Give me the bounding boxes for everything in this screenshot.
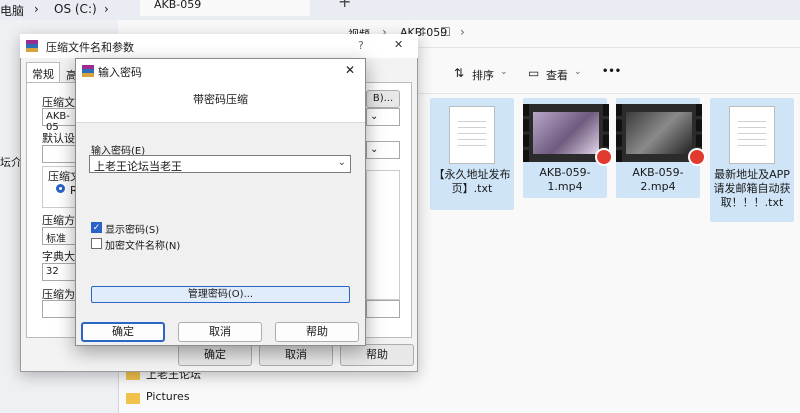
dialog-title: 压缩文件名和参数 [46,41,134,54]
nav-item-label: Pictures [146,390,190,403]
password-help-button[interactable]: 帮助 [275,322,359,342]
status-badge-icon [688,148,706,166]
format-radio[interactable] [56,184,65,193]
video-thumbnail-icon [616,104,706,166]
chevron-down-icon[interactable]: ⌄ [338,157,346,168]
close-icon[interactable]: ✕ [345,63,355,77]
file-name: AKB-059-1.mp4 [539,166,591,193]
chevron-down-icon: ⌄ [574,67,582,77]
breadcrumb-separator-icon: › [104,2,109,16]
help-icon[interactable]: ? [358,39,364,52]
breadcrumb-separator-icon: › [34,2,39,16]
new-tab-button[interactable]: + [338,0,351,11]
breadcrumb-drive[interactable]: OS (C:) [54,2,97,16]
tab-general[interactable]: 常规 [26,62,60,82]
more-options-button[interactable]: ••• [602,66,621,77]
method-label: 压缩方 [42,214,75,227]
chevron-down-icon: ⌄ [370,144,379,155]
file-item[interactable]: 【永久地址发布页】.txt [430,98,514,210]
file-name: AKB-059-2.mp4 [632,166,684,193]
password-dialog-titlebar: 输入密码 ✕ [76,59,365,83]
dialog-title: 输入密码 [98,66,142,79]
params-help-button[interactable]: 帮助 [340,344,414,366]
show-password-label: 显示密码(S) [105,225,160,236]
chevron-down-icon: ⌄ [370,111,379,122]
text-file-icon [449,106,495,164]
breadcrumb-separator-icon: › [460,25,465,39]
browse-button[interactable]: B)... [366,90,400,108]
show-password-checkbox[interactable]: ✓ [91,222,102,233]
text-file-icon [729,106,775,164]
file-item[interactable]: 最新地址及APP请发邮箱自动获取！！！.txt [710,98,794,222]
winrar-icon [26,40,38,52]
archive-name-dropdown[interactable]: ⌄ [366,108,400,126]
encrypt-names-label: 加密文件名称(N) [105,241,181,252]
view-button[interactable]: 查看 [546,67,568,83]
split-volume-dropdown[interactable] [366,300,400,318]
params-cancel-button[interactable]: 取消 [259,344,333,366]
file-item[interactable]: AKB-059-1.mp4 [523,98,613,198]
file-name: 最新地址及APP请发邮箱自动获取！！！.txt [713,168,791,209]
explorer-tab[interactable]: AKB-059 [140,0,310,16]
view-icon: ▭ [528,66,540,80]
manage-passwords-button[interactable]: 管理密码(O)... [91,286,350,303]
password-value: 上老王论坛当老王 [94,160,182,173]
tab-advanced[interactable]: 高 [62,64,77,82]
breadcrumb-computer[interactable]: 电脑 [0,2,24,19]
sort-icon: ⇅ [454,66,465,80]
update-mode-dropdown[interactable]: ⌄ [366,141,400,159]
sort-button[interactable]: 排序 [472,67,494,83]
password-ok-button[interactable]: 确定 [81,322,165,342]
winrar-icon [82,65,94,77]
file-name: 【永久地址发布页】.txt [433,168,511,195]
archive-params-titlebar: 压缩文件名和参数 ? ✕ [20,34,418,58]
options-group [366,170,400,300]
background-breadcrumb: 电脑 › OS (C:) › [0,0,130,20]
params-ok-button[interactable]: 确定 [178,344,252,366]
password-cancel-button[interactable]: 取消 [178,322,262,342]
password-input[interactable]: 上老王论坛当老王 ⌄ [89,155,351,173]
folder-icon [126,393,140,404]
password-dialog-heading: 带密码压缩 [76,83,365,123]
explorer-tab-title: AKB-059 [154,0,202,11]
file-item[interactable]: AKB-059-2.mp4 [616,98,706,198]
video-thumbnail-icon [523,104,613,166]
chevron-down-icon: ⌄ [500,67,508,77]
background-fragment-text: 坛介 [0,156,22,169]
status-badge-icon [595,148,613,166]
dict-size-label: 字典大 [42,250,75,263]
nav-item-pictures[interactable]: Pictures [118,390,228,410]
encrypt-names-checkbox[interactable] [91,238,102,249]
close-icon[interactable]: ✕ [394,38,403,51]
default-config-label: 默认设 [42,132,75,145]
